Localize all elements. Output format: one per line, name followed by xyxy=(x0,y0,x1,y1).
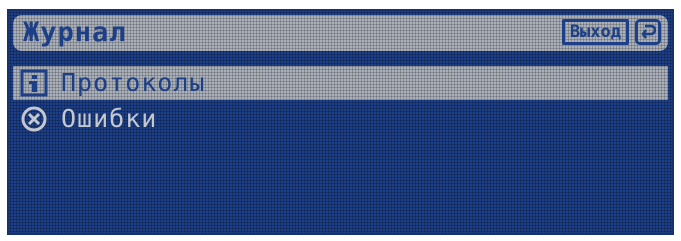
error-circle-icon xyxy=(17,102,51,136)
menu-item-label: Протоколы xyxy=(61,68,206,97)
menu-item-errors[interactable]: Ошибки xyxy=(13,102,668,136)
page-title: Журнал xyxy=(23,17,127,48)
menu-item-label: Ошибки xyxy=(61,104,158,133)
menu-item-protocols[interactable]: Протоколы xyxy=(13,66,668,100)
exit-button-label: Выход xyxy=(561,19,629,45)
header-bar: Журнал Выход xyxy=(13,15,668,51)
lcd-screen: Журнал Выход Протоколы Ошибки xyxy=(7,9,674,235)
return-arrow-icon xyxy=(635,19,661,45)
exit-button[interactable]: Выход xyxy=(561,19,661,45)
info-icon xyxy=(17,66,51,100)
